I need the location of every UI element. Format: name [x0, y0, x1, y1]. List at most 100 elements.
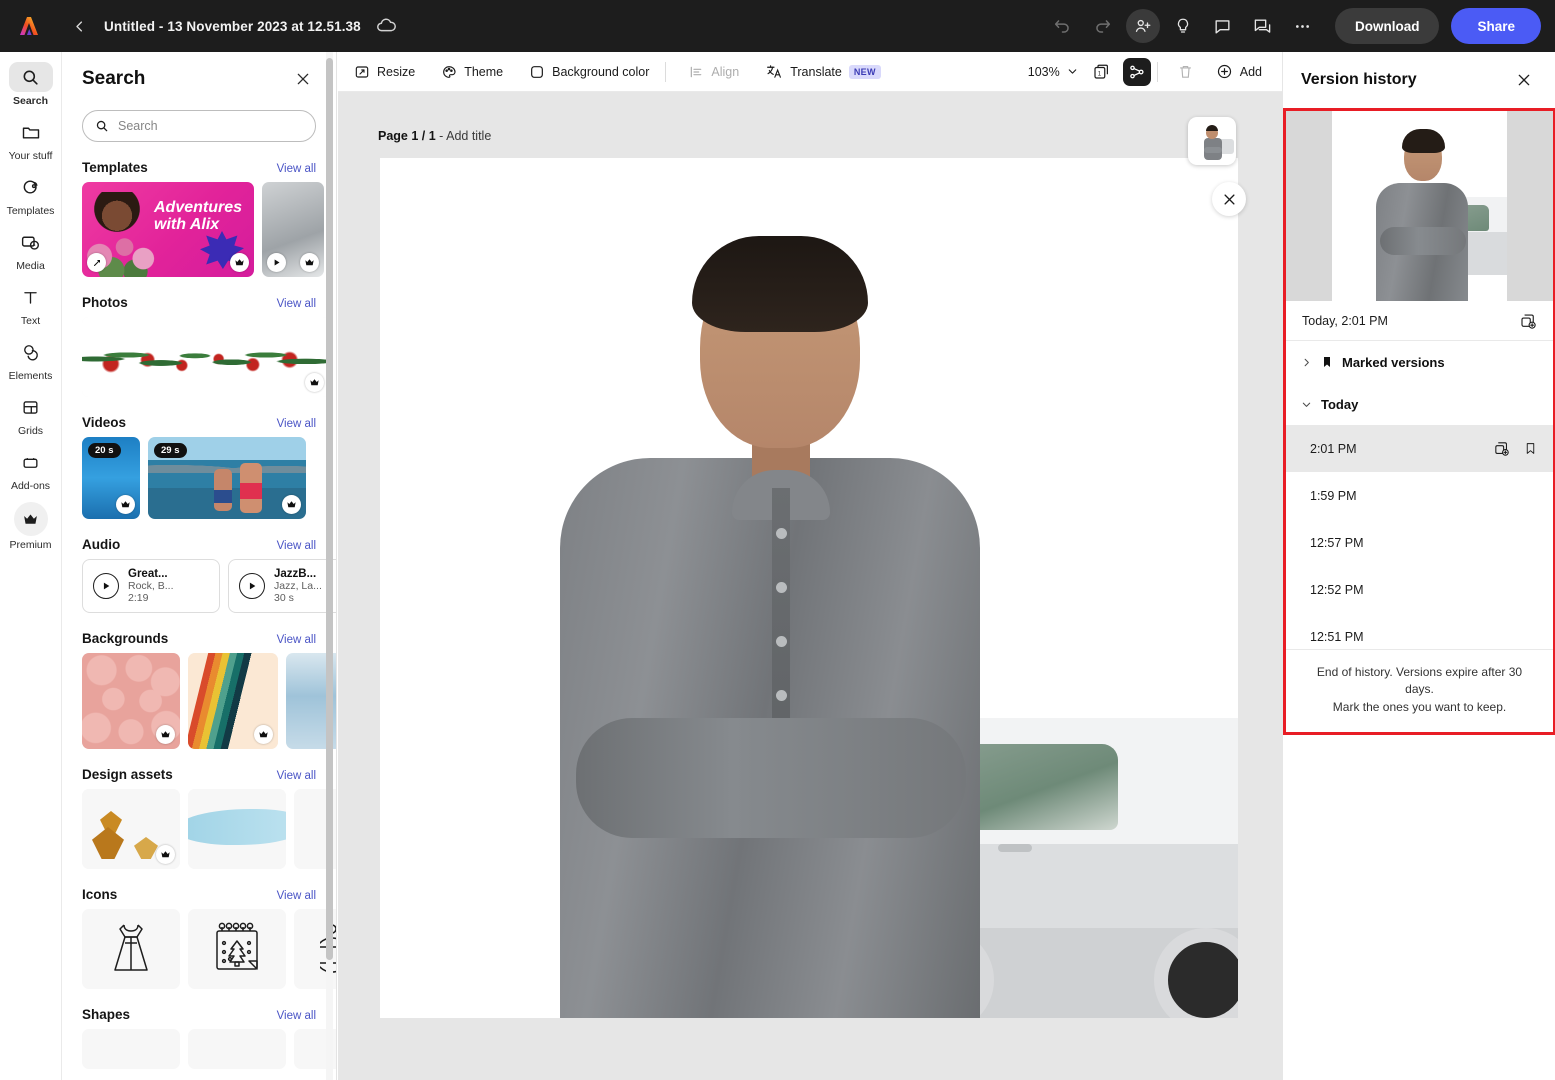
rail-item-templates[interactable]: Templates — [1, 172, 61, 217]
trash-icon[interactable] — [1172, 58, 1200, 86]
design-asset-card[interactable] — [82, 789, 180, 869]
background-color-button[interactable]: Background color — [519, 58, 659, 86]
play-icon[interactable] — [267, 253, 286, 272]
duplicate-icon[interactable] — [1519, 312, 1537, 330]
resize-button[interactable]: Resize — [344, 58, 425, 86]
shape-card[interactable] — [188, 1029, 286, 1069]
redo-icon[interactable] — [1086, 9, 1120, 43]
bookmark-outline-icon[interactable] — [1524, 441, 1537, 456]
artboard[interactable] — [380, 158, 1238, 1018]
template-card[interactable] — [262, 182, 324, 277]
close-icon[interactable] — [1511, 67, 1537, 93]
section-header-icons: Icons View all — [62, 887, 336, 902]
view-all-design-assets[interactable]: View all — [277, 770, 316, 782]
document-title[interactable]: Untitled - 13 November 2023 at 12.51.38 — [104, 19, 361, 34]
shape-card[interactable] — [82, 1029, 180, 1069]
download-button[interactable]: Download — [1335, 8, 1440, 44]
rail-item-addons[interactable]: Add-ons — [1, 447, 61, 492]
icon-card[interactable] — [188, 909, 286, 989]
version-item[interactable]: 12:52 PM — [1286, 566, 1553, 613]
back-button[interactable] — [66, 13, 92, 39]
audio-title: JazzB... — [274, 568, 322, 580]
search-panel-scrollbar[interactable] — [326, 58, 333, 960]
rail-item-text[interactable]: Text — [1, 282, 61, 327]
play-icon[interactable] — [93, 573, 119, 599]
background-card[interactable] — [188, 653, 278, 749]
version-history-icon[interactable] — [1123, 58, 1151, 86]
background-color-label: Background color — [552, 65, 649, 79]
more-horizontal-icon[interactable] — [1286, 9, 1320, 43]
photo-card[interactable] — [82, 317, 329, 397]
view-all-templates[interactable]: View all — [277, 163, 316, 175]
view-all-shapes[interactable]: View all — [277, 1010, 316, 1022]
pages-icon[interactable]: 1 — [1087, 58, 1115, 86]
rail-item-search[interactable]: Search — [1, 62, 61, 107]
shapes-row — [62, 1029, 336, 1069]
version-history-footer: End of history. Versions expire after 30… — [1286, 649, 1553, 732]
rail-item-grids[interactable]: Grids — [1, 392, 61, 437]
plus-circle-icon — [1216, 63, 1233, 80]
audio-meta: Great... Rock, B... 2:19 — [128, 568, 174, 604]
page-label[interactable]: Page 1 / 1 - Add title — [378, 129, 491, 143]
translate-button[interactable]: Translate NEW — [755, 58, 891, 86]
video-card[interactable]: 20 s — [82, 437, 140, 519]
view-all-icons[interactable]: View all — [277, 890, 316, 902]
shape-art — [82, 1029, 180, 1069]
rail-item-elements[interactable]: Elements — [1, 337, 61, 382]
adobe-express-logo-icon[interactable] — [14, 11, 44, 41]
section-title-photos: Photos — [82, 295, 128, 310]
chat-bubbles-icon[interactable] — [1246, 9, 1280, 43]
shirt-button-art — [776, 636, 787, 647]
play-icon[interactable] — [239, 573, 265, 599]
section-header-templates: Templates View all — [62, 160, 336, 175]
cloud-brush-art — [188, 809, 286, 845]
rail-label-elements: Elements — [9, 370, 53, 382]
rail-item-your-stuff[interactable]: Your stuff — [1, 117, 61, 162]
search-input[interactable] — [118, 119, 303, 133]
person-arms-art — [1380, 227, 1466, 255]
version-history-highlight: Today, 2:01 PM Marked versions Today — [1283, 108, 1555, 735]
version-item[interactable]: 12:57 PM — [1286, 519, 1553, 566]
section-title-audio: Audio — [82, 537, 120, 552]
align-button[interactable]: Align — [678, 58, 749, 86]
photo-card-art — [82, 317, 329, 397]
audio-card[interactable]: JazzB... Jazz, La... 30 s — [228, 559, 337, 613]
theme-button[interactable]: Theme — [431, 58, 513, 86]
icon-card[interactable] — [82, 909, 180, 989]
version-preview[interactable] — [1286, 111, 1553, 301]
marked-versions-group[interactable]: Marked versions — [1286, 341, 1553, 383]
canvas-toolbar: Resize Theme Background color Align Tra — [338, 52, 1282, 92]
design-asset-card[interactable] — [188, 789, 286, 869]
share-button[interactable]: Share — [1451, 8, 1541, 44]
version-history-header: Version history — [1283, 52, 1555, 108]
chevron-right-icon — [1300, 356, 1312, 368]
view-all-photos[interactable]: View all — [277, 298, 316, 310]
canvas-area[interactable]: Page 1 / 1 - Add title — [338, 92, 1282, 1080]
video-card[interactable]: 29 s — [148, 437, 306, 519]
zoom-control[interactable]: 103% — [1028, 65, 1079, 79]
rail-item-premium[interactable]: Premium — [1, 502, 61, 551]
lightbulb-icon[interactable] — [1166, 9, 1200, 43]
close-icon[interactable] — [1212, 182, 1246, 216]
add-collaborator-icon[interactable] — [1126, 9, 1160, 43]
undo-icon[interactable] — [1046, 9, 1080, 43]
duplicate-icon[interactable] — [1493, 440, 1510, 457]
page-thumbnail[interactable] — [1188, 117, 1236, 165]
view-all-audio[interactable]: View all — [277, 540, 316, 552]
close-icon[interactable] — [290, 66, 316, 92]
audio-card[interactable]: Great... Rock, B... 2:19 — [82, 559, 220, 613]
animate-icon[interactable] — [87, 253, 106, 272]
view-all-videos[interactable]: View all — [277, 418, 316, 430]
template-card[interactable]: Adventureswith Alix — [82, 182, 254, 277]
version-item[interactable]: 1:59 PM — [1286, 472, 1553, 519]
today-group[interactable]: Today — [1286, 383, 1553, 425]
footer-line-1: End of history. Versions expire after 30… — [1302, 664, 1537, 699]
page-title-placeholder[interactable]: - Add title — [436, 129, 492, 143]
view-all-backgrounds[interactable]: View all — [277, 634, 316, 646]
background-card[interactable] — [82, 653, 180, 749]
add-button[interactable]: Add — [1206, 58, 1272, 86]
version-item[interactable]: 2:01 PM — [1286, 425, 1553, 472]
rail-item-media[interactable]: Media — [1, 227, 61, 272]
comment-icon[interactable] — [1206, 9, 1240, 43]
search-input-wrapper[interactable] — [82, 110, 316, 142]
